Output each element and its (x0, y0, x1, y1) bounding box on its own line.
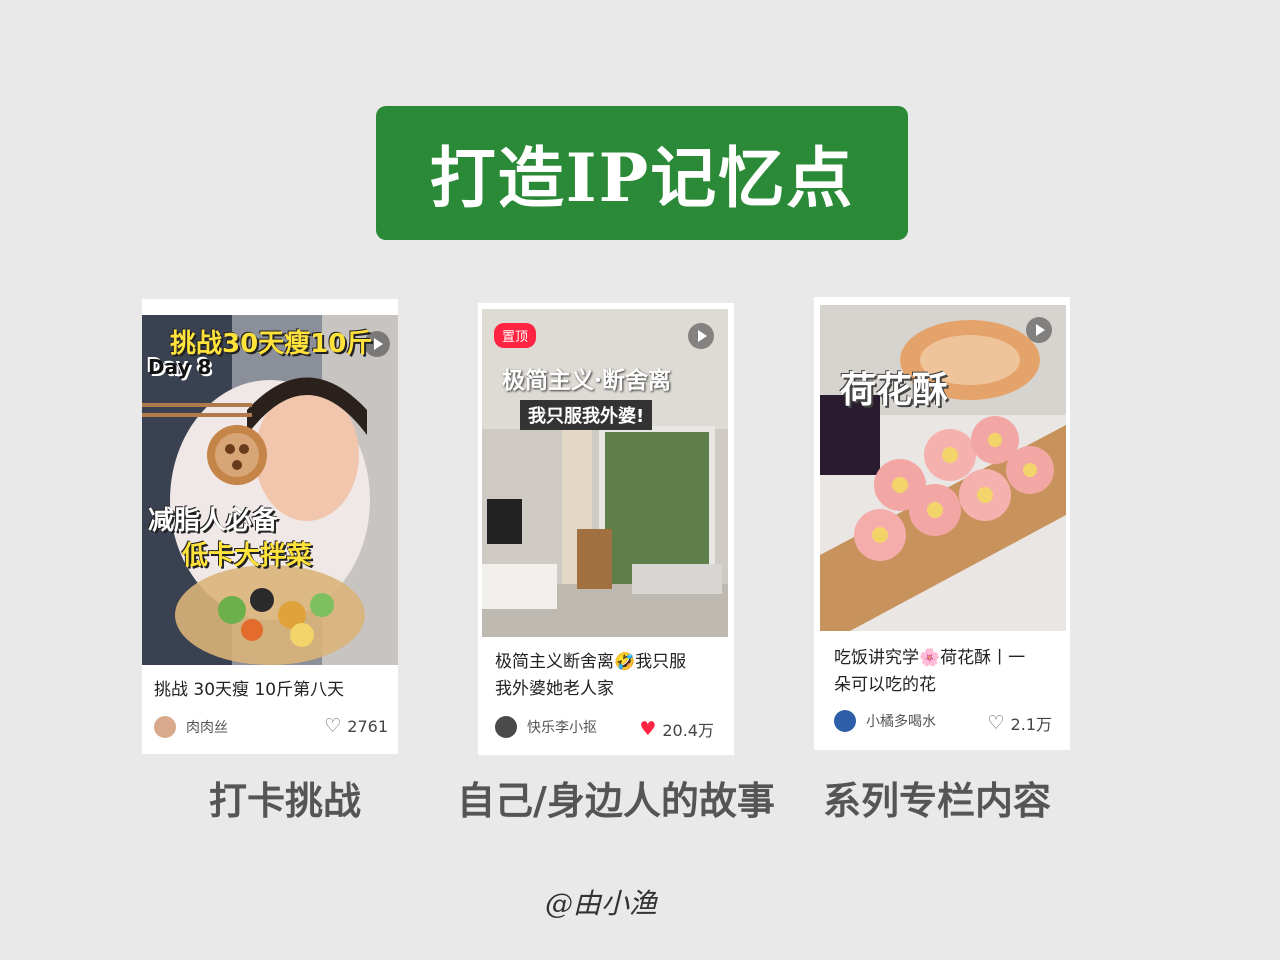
cover-illustration (820, 305, 1066, 631)
cover-overlay-subtitle: 我只服我外婆! (520, 400, 653, 430)
heart-outline-icon: ♡ (324, 715, 342, 737)
like-number: 20.4万 (662, 721, 714, 740)
note-card-1[interactable]: 挑战30天瘦10斤 Day 8 减脂人必备 低卡大拌菜 挑战 30天瘦 10斤第… (142, 299, 398, 754)
note-title-line-1: 吃饭讲究学🌸荷花酥丨一 (834, 648, 1026, 668)
video-play-icon[interactable] (1026, 317, 1052, 343)
note-card-2[interactable]: 置顶 极简主义·断舍离 我只服我外婆! 极简主义断舍离🤣我只服 我外婆她老人家 … (478, 303, 734, 755)
cover-overlay-day: Day 8 (148, 355, 212, 379)
avatar (154, 716, 176, 738)
category-label-3: 系列专栏内容 (822, 778, 1051, 823)
cover-overlay-subtitle-2: 低卡大拌菜 (182, 541, 313, 571)
note-title-line-1: 极简主义断舍离🤣我只服 (495, 652, 687, 672)
note-title[interactable]: 极简主义断舍离🤣我只服 我外婆她老人家 (495, 649, 727, 703)
cover-overlay-title: 荷花酥 (840, 369, 949, 411)
author-name: 快乐李小抠 (527, 720, 597, 736)
note-title[interactable]: 吃饭讲究学🌸荷花酥丨一 朵可以吃的花 (834, 645, 1066, 699)
like-count[interactable]: ♥ 20.4万 (639, 717, 714, 741)
pin-badge: 置顶 (494, 323, 537, 348)
note-cover-image[interactable]: 置顶 极简主义·断舍离 我只服我外婆! (482, 309, 728, 637)
video-play-icon[interactable] (688, 323, 714, 349)
title-banner: 打造IP记忆点 (376, 106, 908, 240)
note-title-line-2: 朵可以吃的花 (834, 675, 936, 695)
like-number: 2.1万 (1010, 715, 1052, 734)
author-name: 肉肉丝 (186, 720, 228, 736)
heart-filled-icon: ♥ (639, 717, 657, 740)
like-count[interactable]: ♡ 2.1万 (988, 711, 1053, 735)
note-cover-image[interactable]: 挑战30天瘦10斤 Day 8 减脂人必备 低卡大拌菜 (142, 315, 398, 665)
category-label-1: 打卡挑战 (208, 778, 361, 823)
note-card-3[interactable]: 荷花酥 吃饭讲究学🌸荷花酥丨一 朵可以吃的花 小橘多喝水 ♡ 2.1万 (814, 297, 1070, 750)
note-title-line-2: 我外婆她老人家 (495, 679, 614, 699)
note-title[interactable]: 挑战 30天瘦 10斤第八天 (154, 677, 390, 704)
avatar (495, 716, 517, 738)
author-watermark: @由小渔 (545, 887, 658, 920)
cover-overlay-subtitle-1: 减脂人必备 (148, 506, 279, 536)
author-name: 小橘多喝水 (866, 714, 936, 730)
cover-overlay-title: 极简主义·断舍离 (502, 367, 672, 394)
like-number: 2761 (347, 717, 388, 736)
heart-outline-icon: ♡ (987, 711, 1005, 734)
page-title: 打造IP记忆点 (429, 139, 855, 217)
like-count[interactable]: ♡ 2761 (324, 715, 388, 737)
note-author[interactable]: 快乐李小抠 (495, 716, 597, 738)
avatar (834, 710, 856, 732)
note-cover-image[interactable]: 荷花酥 (820, 305, 1066, 631)
note-author[interactable]: 肉肉丝 (154, 716, 228, 738)
cover-illustration (482, 309, 728, 637)
note-author[interactable]: 小橘多喝水 (834, 710, 936, 732)
category-label-2: 自己/身边人的故事 (457, 778, 775, 823)
